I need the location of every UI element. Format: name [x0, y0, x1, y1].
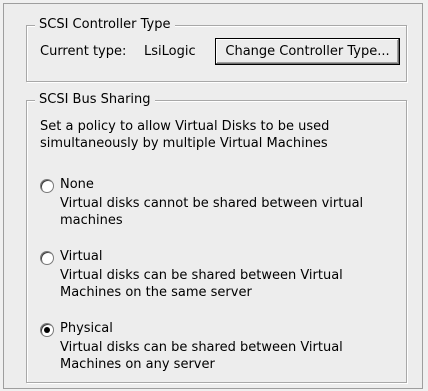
radio-option-physical[interactable]: Physical Virtual disks can be shared bet… — [40, 321, 390, 375]
radio-label-virtual[interactable]: Virtual — [60, 249, 102, 265]
current-type-label: Current type: — [40, 44, 127, 59]
radio-description-physical: Virtual disks can be shared between Virt… — [60, 340, 343, 372]
bus-sharing-description: Set a policy to allow Virtual Disks to b… — [40, 119, 330, 151]
scsi-bus-sharing-group: SCSI Bus Sharing Set a policy to allow V… — [26, 92, 407, 383]
change-controller-type-button[interactable]: Change Controller Type... — [215, 38, 400, 65]
radio-description-virtual: Virtual disks can be shared between Virt… — [60, 268, 343, 300]
radio-button-none[interactable] — [40, 179, 54, 193]
radio-description-none: Virtual disks cannot be shared between v… — [60, 196, 364, 228]
radio-selected-dot — [44, 327, 50, 333]
scsi-controller-type-group: SCSI Controller Type Current type: LsiLo… — [26, 17, 407, 82]
radio-option-none[interactable]: None Virtual disks cannot be shared betw… — [40, 177, 390, 231]
current-type-value: LsiLogic — [144, 44, 196, 59]
radio-option-virtual[interactable]: Virtual Virtual disks can be shared betw… — [40, 249, 390, 303]
scsi-bus-sharing-legend: SCSI Bus Sharing — [35, 92, 155, 108]
radio-button-physical[interactable] — [40, 323, 54, 337]
radio-label-none[interactable]: None — [60, 177, 94, 193]
radio-button-virtual[interactable] — [40, 251, 54, 265]
properties-panel: SCSI Controller Type Current type: LsiLo… — [3, 3, 423, 389]
scsi-controller-type-legend: SCSI Controller Type — [35, 17, 175, 33]
radio-label-physical[interactable]: Physical — [60, 321, 113, 337]
